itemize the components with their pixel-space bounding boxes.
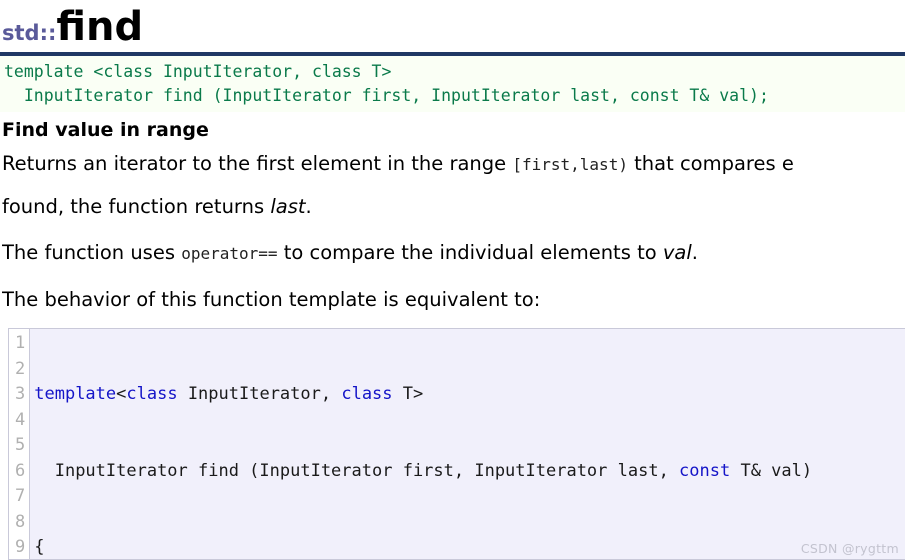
desc-p1l2-italic-last: last bbox=[270, 195, 306, 218]
code-line-number-gutter: 1 2 3 4 5 6 7 8 9 bbox=[9, 329, 31, 559]
description-paragraph-3: The behavior of this function template i… bbox=[2, 288, 541, 311]
code-line: InputIterator find (InputIterator first,… bbox=[34, 460, 813, 481]
line-number: 2 bbox=[15, 358, 26, 379]
line-number: 9 bbox=[15, 537, 26, 557]
section-subheading: Find value in range bbox=[2, 119, 209, 141]
page-title-block: std::find bbox=[0, 0, 905, 52]
desc-p1-text-a: Returns an iterator to the first element… bbox=[2, 152, 513, 175]
description-section: Find value in range Returns an iterator … bbox=[0, 118, 905, 314]
code-line: { bbox=[34, 537, 45, 557]
desc-p2-italic-val: val bbox=[662, 241, 692, 264]
desc-p1-text-b: that compares e bbox=[627, 152, 794, 175]
line-number: 3 bbox=[15, 384, 26, 404]
csdn-watermark: CSDN @rygttm bbox=[800, 541, 899, 556]
description-paragraph-1-line-2: found, the function returns last. bbox=[2, 193, 905, 221]
desc-p2-text-a: The function uses bbox=[2, 241, 182, 264]
desc-p2-operator-code: operator== bbox=[181, 244, 278, 263]
function-signature-block: template <class InputIterator, class T> … bbox=[0, 56, 905, 112]
signature-line-1: template <class InputIterator, class T> bbox=[4, 62, 392, 81]
line-number: 5 bbox=[15, 435, 26, 455]
desc-p1-range-code: [first,last) bbox=[512, 155, 628, 174]
page-title-name: find bbox=[56, 4, 144, 50]
signature-line-2: InputIterator find (InputIterator first,… bbox=[4, 86, 769, 105]
description-paragraph-1-line-1: Returns an iterator to the first element… bbox=[2, 150, 905, 179]
code-line: template<class InputIterator, class T> bbox=[34, 384, 424, 404]
page-title-namespace: std:: bbox=[2, 21, 57, 45]
desc-p2-text-c: . bbox=[691, 241, 698, 264]
code-content-area[interactable]: template<class InputIterator, class T> I… bbox=[30, 329, 905, 559]
code-block[interactable]: 1 2 3 4 5 6 7 8 9 template<class InputIterator, … bbox=[8, 328, 905, 560]
line-number: 7 bbox=[15, 486, 26, 506]
description-paragraph-2: The function uses operator== to compare … bbox=[2, 239, 905, 268]
desc-p1l2-text-a: found, the function returns bbox=[2, 195, 271, 218]
page-title: std::find bbox=[2, 4, 905, 56]
desc-p2-text-b: to compare the individual elements to bbox=[277, 241, 663, 264]
line-number: 4 bbox=[15, 409, 26, 430]
line-number: 1 bbox=[15, 333, 26, 353]
desc-p1l2-text-b: . bbox=[305, 195, 312, 218]
line-number: 6 bbox=[15, 460, 26, 481]
line-number: 8 bbox=[15, 511, 26, 532]
